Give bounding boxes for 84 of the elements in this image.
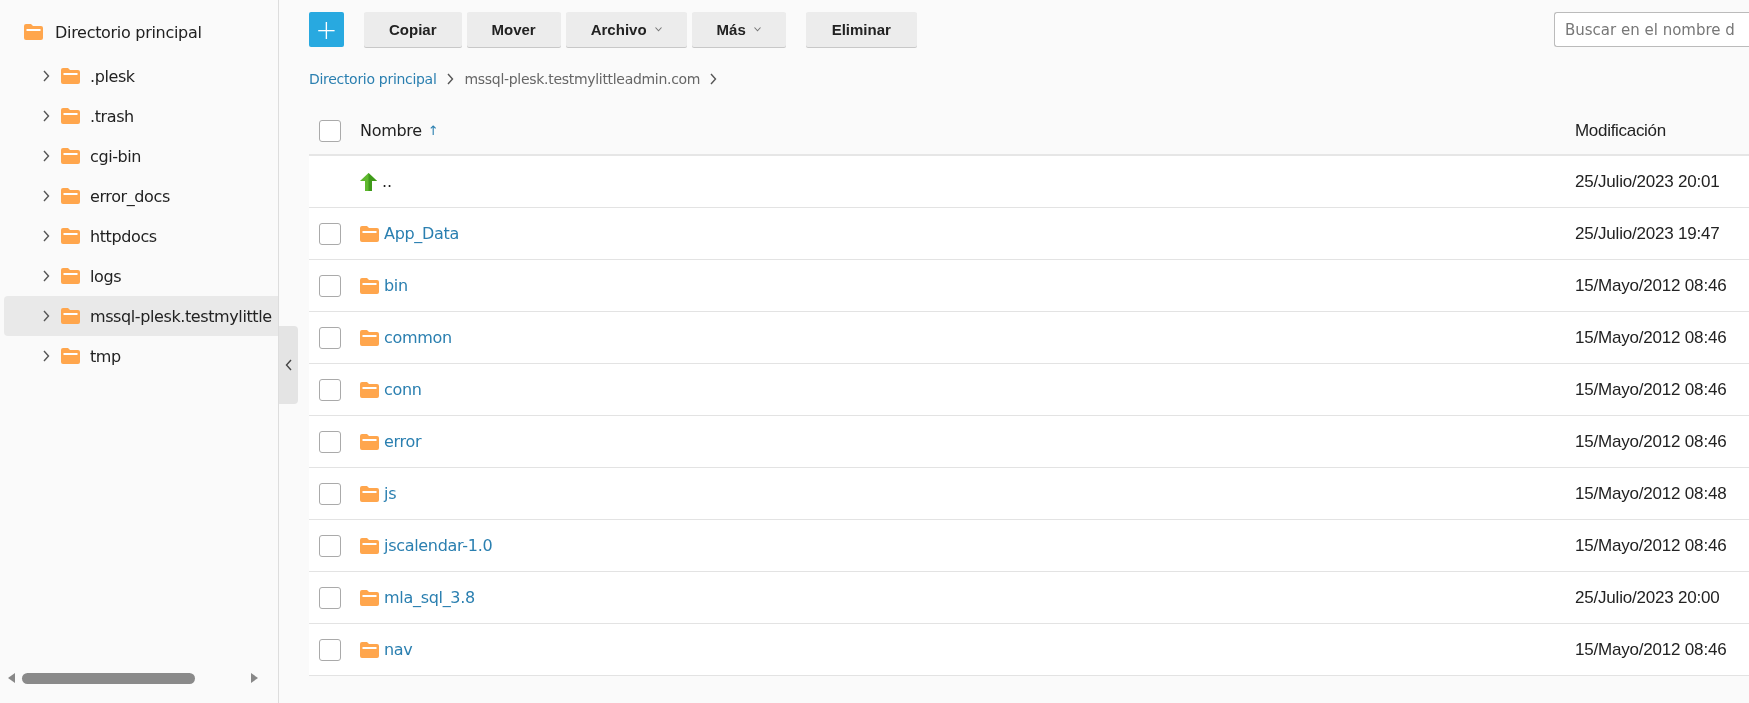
toolbar-button[interactable]: Eliminar [805, 12, 917, 47]
select-all-checkbox[interactable] [319, 119, 341, 142]
folder-link[interactable]: js [384, 484, 397, 503]
folder-icon [360, 537, 379, 554]
row-checkbox[interactable] [319, 378, 341, 401]
folder-link[interactable]: mla_sql_3.8 [384, 588, 475, 607]
scroll-right-arrow-icon[interactable] [250, 673, 258, 683]
column-header[interactable]: Modificación [1575, 120, 1666, 140]
tree-item[interactable]: httpdocs [4, 216, 278, 256]
folder-icon [61, 348, 80, 364]
row-checkbox[interactable] [319, 430, 341, 453]
chevron-right-icon[interactable] [42, 230, 50, 242]
date-text: 15/Mayo/2012 08:48 [1575, 483, 1727, 503]
date-text: 15/Mayo/2012 08:46 [1575, 431, 1727, 451]
folder-icon [360, 641, 379, 658]
date-text: 15/Mayo/2012 08:46 [1575, 535, 1727, 555]
chevron-right-icon[interactable] [42, 110, 50, 122]
toolbar-button[interactable]: Más [691, 12, 786, 47]
tree-item[interactable]: logs [4, 256, 278, 296]
horizontal-scrollbar[interactable] [8, 671, 258, 685]
folder-icon [360, 485, 379, 502]
search-field[interactable]: Buscar en el nombre d [1554, 12, 1749, 47]
folder-link[interactable]: jscalendar-1.0 [384, 536, 493, 555]
row-checkbox[interactable] [319, 586, 341, 609]
up-arrow-icon [360, 172, 377, 191]
tree-item-label[interactable]: Directorio principal [55, 22, 202, 42]
collapse-handle[interactable] [279, 326, 298, 404]
tree-item[interactable]: error_docs [4, 176, 278, 216]
folder-icon [360, 225, 379, 242]
date-text: 25/Julio/2023 20:01 [1575, 171, 1720, 191]
folder-link[interactable]: common [384, 328, 452, 347]
folder-icon [360, 433, 379, 450]
date-text: 15/Mayo/2012 08:46 [1575, 639, 1727, 659]
tree-item[interactable]: tmp [4, 336, 278, 376]
scroll-left-arrow-icon[interactable] [8, 673, 16, 683]
tree-item[interactable]: cgi-bin [4, 136, 278, 176]
date-text: 15/Mayo/2012 08:46 [1575, 275, 1727, 295]
chevron-right-icon[interactable] [42, 150, 50, 162]
chevron-right-icon[interactable] [42, 270, 50, 282]
chevron-right-icon[interactable] [445, 73, 454, 85]
toolbar-button[interactable]: Archivo [565, 12, 687, 47]
folder-link[interactable]: bin [384, 276, 408, 295]
date-text: 15/Mayo/2012 08:46 [1575, 379, 1727, 399]
sort-arrow-icon[interactable]: ↑ [427, 123, 439, 138]
folder-link[interactable]: error [384, 432, 422, 451]
row-checkbox[interactable] [319, 222, 341, 245]
column-header[interactable]: Nombre [360, 121, 422, 140]
folder-icon [61, 148, 80, 164]
folder-icon [61, 188, 80, 204]
date-text: 25/Julio/2023 19:47 [1575, 223, 1720, 243]
toolbar-button[interactable]: Mover [466, 12, 561, 47]
chevron-right-icon[interactable] [709, 73, 718, 85]
folder-icon [360, 589, 379, 606]
breadcrumb-link[interactable]: Directorio principal [309, 71, 437, 87]
folder-icon [61, 268, 80, 284]
folder-icon [360, 381, 379, 398]
parent-directory-link[interactable]: .. [382, 172, 393, 191]
folder-icon [360, 277, 379, 294]
chevron-right-icon[interactable] [42, 190, 50, 202]
folder-icon [61, 308, 80, 324]
breadcrumb-item: mssql-plesk.testmylittleadmin.com [464, 71, 701, 87]
chevron-right-icon[interactable] [42, 350, 50, 362]
folder-link[interactable]: conn [384, 380, 422, 399]
tree-item[interactable]: mssql-plesk.testmylittle [4, 296, 278, 336]
row-checkbox[interactable] [319, 638, 341, 661]
folder-icon [61, 228, 80, 244]
tree-item[interactable]: .plesk [4, 56, 278, 96]
folder-icon [24, 24, 43, 40]
folder-link[interactable]: nav [384, 640, 413, 659]
chevron-left-icon [284, 359, 293, 371]
toolbar-button[interactable]: Copiar [364, 12, 462, 47]
chevron-right-icon[interactable] [42, 70, 50, 82]
row-checkbox[interactable] [319, 534, 341, 557]
folder-icon [360, 329, 379, 346]
row-checkbox[interactable] [319, 482, 341, 505]
folder-link[interactable]: App_Data [384, 224, 460, 243]
date-text: 15/Mayo/2012 08:46 [1575, 327, 1727, 347]
chevron-right-icon[interactable] [42, 310, 50, 322]
row-checkbox[interactable] [319, 274, 341, 297]
tree-item[interactable]: .trash [4, 96, 278, 136]
date-text: 25/Julio/2023 20:00 [1575, 587, 1720, 607]
row-checkbox[interactable] [319, 326, 341, 349]
folder-icon [61, 108, 80, 124]
folder-icon [61, 68, 80, 84]
